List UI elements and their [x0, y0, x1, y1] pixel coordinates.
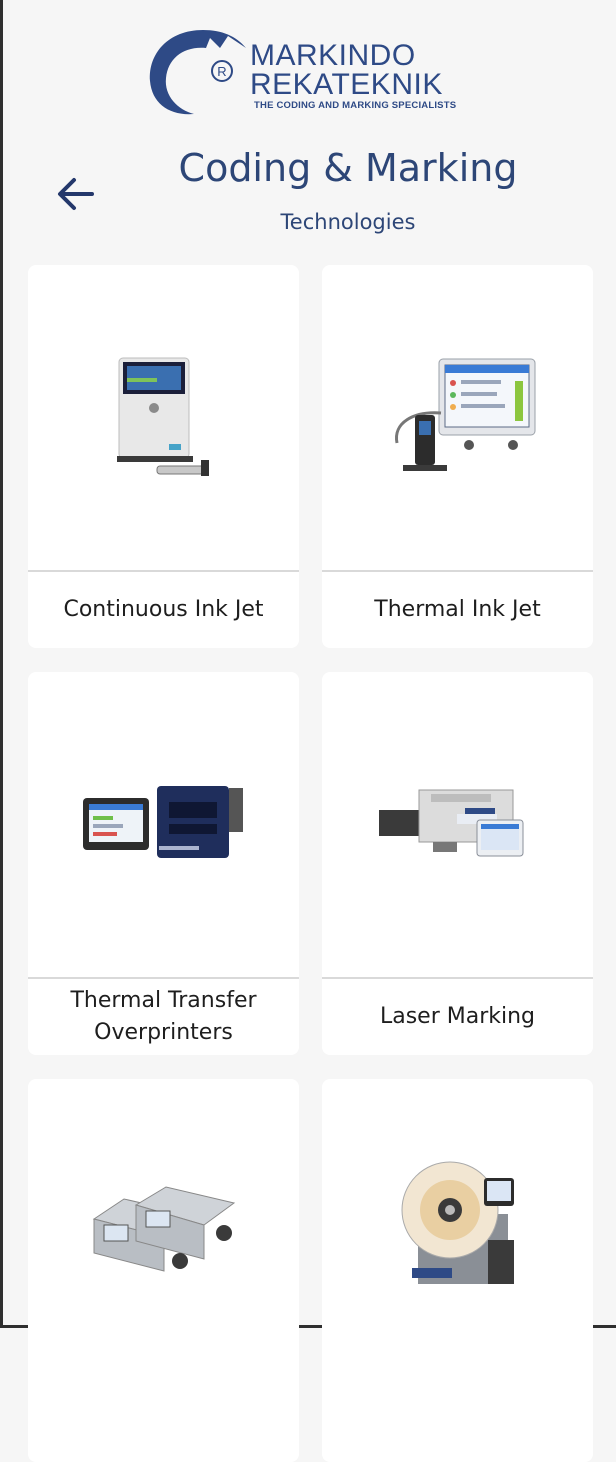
page-subtitle: Technologies: [280, 210, 416, 234]
product-card-thermal-ink-jet[interactable]: Thermal Ink Jet: [322, 265, 593, 648]
svg-text:R: R: [217, 64, 226, 79]
product-card-label: Continuous Ink Jet: [63, 597, 264, 622]
company-logo: R MARKINDO REKATEKNIK THE CODING AND MAR…: [148, 26, 478, 118]
frame-edge-left: [0, 0, 3, 1328]
logo-tagline: THE CODING AND MARKING SPECIALISTS: [254, 100, 457, 111]
logo-line-2: REKATEKNIK: [250, 68, 443, 101]
label-applicator-image: [322, 1079, 593, 1328]
product-card-laser-marking[interactable]: Laser Marking: [322, 672, 593, 1055]
product-card-label: Thermal Ink Jet: [374, 597, 541, 622]
product-card-case-coder[interactable]: [28, 1079, 299, 1462]
product-card-label-applicator[interactable]: [322, 1079, 593, 1462]
case-coder-image: [28, 1079, 299, 1328]
product-card-label: Thermal Transfer Overprinters: [70, 988, 257, 1045]
cij-printer-image: [28, 265, 299, 570]
product-card-continuous-ink-jet[interactable]: Continuous Ink Jet: [28, 265, 299, 648]
logo-line-1: MARKINDO: [250, 39, 416, 72]
laser-marker-image: [322, 672, 593, 977]
tto-printer-image: [28, 672, 299, 977]
product-card-label: Laser Marking: [379, 1004, 536, 1029]
logo-swoosh-icon: R: [149, 30, 246, 115]
product-card-thermal-transfer-overprinters[interactable]: Thermal Transfer Overprinters: [28, 672, 299, 1055]
logo-wordmark: MARKINDO REKATEKNIK: [250, 39, 443, 101]
page-title: Coding & Marking: [178, 146, 518, 190]
tij-printer-image: [322, 265, 593, 570]
